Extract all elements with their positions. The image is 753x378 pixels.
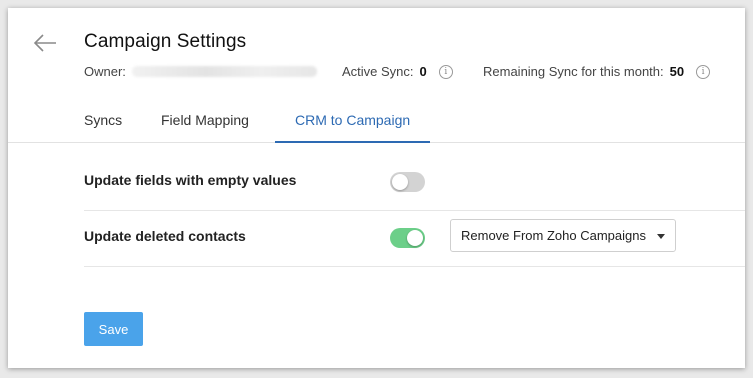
select-value: Remove From Zoho Campaigns <box>461 228 646 243</box>
back-arrow-icon[interactable] <box>32 30 58 56</box>
tab-bar: Syncs Field Mapping CRM to Campaign <box>8 104 745 143</box>
deleted-contacts-toggle[interactable] <box>390 228 425 248</box>
owner-name-redacted <box>131 66 317 77</box>
caret-down-icon <box>657 234 665 239</box>
active-sync-label: Active Sync: <box>342 64 414 79</box>
save-button[interactable]: Save <box>84 312 143 346</box>
campaign-settings-panel: Campaign Settings Owner: Active Sync: 0 … <box>8 8 745 368</box>
page-title: Campaign Settings <box>84 31 247 52</box>
remaining-sync-info: Remaining Sync for this month: 50 i <box>483 64 711 79</box>
active-sync-count: 0 <box>419 64 427 79</box>
active-sync-info: Active Sync: 0 i <box>342 64 453 79</box>
empty-values-toggle[interactable] <box>390 172 425 192</box>
toggle-knob <box>407 230 423 246</box>
remaining-sync-count: 50 <box>669 64 685 79</box>
owner-info: Owner: <box>84 64 317 79</box>
remaining-sync-label: Remaining Sync for this month: <box>483 64 664 79</box>
info-icon[interactable]: i <box>438 64 453 79</box>
setting-row-empty-values: Update fields with empty values <box>84 155 745 211</box>
owner-label: Owner: <box>84 64 126 79</box>
deleted-contacts-action-select[interactable]: Remove From Zoho Campaigns <box>450 219 676 252</box>
setting-label: Update fields with empty values <box>84 172 297 188</box>
info-icon[interactable]: i <box>696 64 711 79</box>
setting-row-deleted-contacts: Update deleted contacts Remove From Zoho… <box>84 211 745 267</box>
tab-syncs[interactable]: Syncs <box>84 104 122 141</box>
tab-field-mapping[interactable]: Field Mapping <box>161 104 249 141</box>
toggle-knob <box>392 174 408 190</box>
setting-label: Update deleted contacts <box>84 228 246 244</box>
tab-crm-to-campaign[interactable]: CRM to Campaign <box>275 104 431 143</box>
